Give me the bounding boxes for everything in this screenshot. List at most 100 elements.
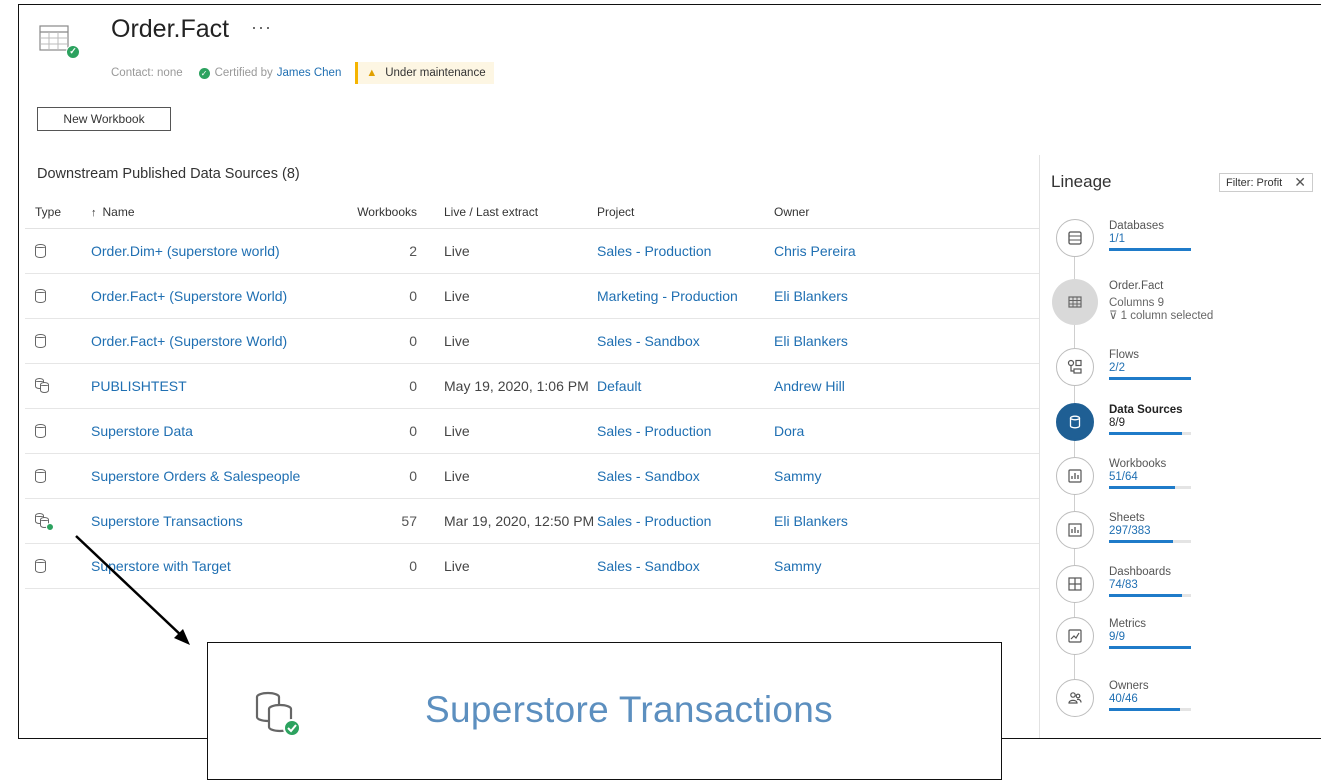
lineage-progress-fill [1109, 432, 1182, 435]
data-source-name-link[interactable]: Superstore Data [91, 423, 335, 439]
lineage-item-data-sources[interactable]: Data Sources 8/9 [1109, 404, 1191, 435]
data-source-name-link[interactable]: Superstore with Target [91, 558, 335, 574]
lineage-progress-fill [1109, 646, 1191, 649]
close-icon[interactable]: ✕ [1294, 174, 1306, 191]
project-link[interactable]: Default [597, 378, 774, 394]
column-header-name[interactable]: ↑ Name [91, 205, 335, 219]
lineage-item-owners[interactable]: Owners 40/46 [1109, 680, 1191, 711]
lineage-item-workbooks[interactable]: Workbooks 51/64 [1109, 458, 1191, 489]
column-header-name-label: Name [102, 204, 135, 219]
owner-link[interactable]: Sammy [774, 558, 964, 574]
table-node-icon[interactable] [1052, 279, 1098, 325]
panel-divider [1039, 155, 1040, 738]
lineage-item-sheets[interactable]: Sheets 297/383 [1109, 512, 1191, 543]
data-source-name-link[interactable]: Superstore Orders & Salespeople [91, 468, 335, 484]
lineage-item-databases[interactable]: Databases 1/1 [1109, 220, 1191, 251]
lineage-item-flows[interactable]: Flows 2/2 [1109, 349, 1191, 380]
zoomed-data-source-name: Superstore Transactions [425, 689, 833, 730]
owners-node-icon[interactable] [1056, 679, 1094, 717]
project-link[interactable]: Sales - Sandbox [597, 558, 774, 574]
certified-icon: ✓ [198, 67, 210, 79]
workbooks-count: 57 [401, 513, 417, 529]
flows-node-icon[interactable] [1056, 348, 1094, 386]
warning-icon: ▲ [366, 67, 378, 79]
sort-arrow-icon: ↑ [91, 206, 97, 219]
owner-link[interactable]: Chris Pereira [774, 243, 964, 259]
more-actions-icon[interactable]: ··· [251, 17, 272, 38]
owner-link[interactable]: Andrew Hill [774, 378, 964, 394]
lineage-item-order-fact[interactable]: Order.Fact Columns 9 ⊽ 1 column selected [1109, 280, 1213, 323]
lineage-progress-bar [1109, 540, 1191, 543]
last-extract: May 19, 2020, 1:06 PM [444, 378, 589, 394]
filter-chip[interactable]: Filter: Profit ✕ [1219, 173, 1313, 192]
owner-link[interactable]: Sammy [774, 468, 964, 484]
data-sources-node-icon[interactable] [1056, 403, 1094, 441]
project-link[interactable]: Sales - Production [597, 243, 774, 259]
data-source-name-link[interactable]: Superstore Transactions [91, 513, 335, 529]
live-status: Live [444, 468, 470, 484]
owner-link[interactable]: Eli Blankers [774, 513, 964, 529]
project-link[interactable]: Marketing - Production [597, 288, 774, 304]
lineage-progress-fill [1109, 248, 1191, 251]
project-link[interactable]: Sales - Sandbox [597, 468, 774, 484]
lineage-item-name: Databases [1109, 220, 1164, 232]
database-icon [35, 244, 46, 258]
lineage-progress-fill [1109, 377, 1191, 380]
data-source-name-link[interactable]: PUBLISHTEST [91, 378, 335, 394]
selected-columns-label: 1 column selected [1120, 310, 1214, 322]
owner-link[interactable]: Dora [774, 423, 964, 439]
owner-link[interactable]: Eli Blankers [774, 333, 964, 349]
data-source-name-link[interactable]: Order.Fact+ (Superstore World) [91, 333, 335, 349]
lineage-item-name: Flows [1109, 349, 1140, 361]
column-header-workbooks[interactable]: Workbooks [335, 205, 417, 219]
data-source-name-link[interactable]: Order.Dim+ (superstore world) [91, 243, 335, 259]
project-link[interactable]: Sales - Production [597, 423, 774, 439]
lineage-progress-bar [1109, 708, 1191, 711]
lineage-progress-fill [1109, 486, 1175, 489]
workbooks-count: 0 [409, 558, 417, 574]
certifier-link[interactable]: James Chen [277, 67, 342, 79]
new-workbook-button[interactable]: New Workbook [37, 107, 171, 131]
databases-node-icon[interactable] [1056, 219, 1094, 257]
columns-count: Columns 9 [1109, 297, 1164, 309]
workbooks-node-icon[interactable] [1056, 457, 1094, 495]
column-header-type[interactable]: Type [25, 205, 91, 219]
table-row: Superstore Transactions 57 Mar 19, 2020,… [25, 499, 1039, 544]
lineage-item-count: 9/9 [1109, 631, 1125, 643]
lineage-progress-bar [1109, 377, 1191, 380]
last-extract: Mar 19, 2020, 12:50 PM [444, 513, 595, 529]
lineage-item-name: Metrics [1109, 618, 1147, 630]
owner-link[interactable]: Eli Blankers [774, 288, 964, 304]
metrics-node-icon[interactable] [1056, 617, 1094, 655]
database-icon [35, 289, 46, 303]
multi-database-icon [35, 378, 51, 394]
table-row: Order.Fact+ (Superstore World) 0 Live Sa… [25, 319, 1039, 364]
page-title: Order.Fact [111, 15, 230, 43]
maintenance-warning: ▲ Under maintenance [355, 62, 494, 84]
column-header-project[interactable]: Project [597, 205, 774, 219]
sheets-node-icon[interactable] [1056, 511, 1094, 549]
column-header-owner[interactable]: Owner [774, 205, 964, 219]
lineage-item-name: Order.Fact [1109, 280, 1164, 292]
live-status: Live [444, 243, 470, 259]
workbooks-count: 0 [409, 378, 417, 394]
lineage-item-dashboards[interactable]: Dashboards 74/83 [1109, 566, 1191, 597]
workbooks-count: 0 [409, 423, 417, 439]
dashboards-node-icon[interactable] [1056, 565, 1094, 603]
project-link[interactable]: Sales - Sandbox [597, 333, 774, 349]
lineage-item-count: 2/2 [1109, 362, 1125, 374]
lineage-item-count: 40/46 [1109, 693, 1138, 705]
workbooks-count: 0 [409, 468, 417, 484]
data-source-name-link[interactable]: Order.Fact+ (Superstore World) [91, 288, 335, 304]
selected-columns: ⊽ 1 column selected [1109, 310, 1213, 323]
lineage-item-metrics[interactable]: Metrics 9/9 [1109, 618, 1191, 649]
column-header-live[interactable]: Live / Last extract [417, 205, 597, 219]
project-link[interactable]: Sales - Production [597, 513, 774, 529]
lineage-item-name: Workbooks [1109, 458, 1167, 470]
lineage-item-count: 51/64 [1109, 471, 1138, 483]
lineage-item-name: Owners [1109, 680, 1149, 692]
data-sources-table: Type ↑ Name Workbooks Live / Last extract… [25, 195, 1039, 589]
workbooks-count: 0 [409, 288, 417, 304]
table-header: Type ↑ Name Workbooks Live / Last extract… [25, 195, 1039, 229]
table-row: Superstore Data 0 Live Sales - Productio… [25, 409, 1039, 454]
